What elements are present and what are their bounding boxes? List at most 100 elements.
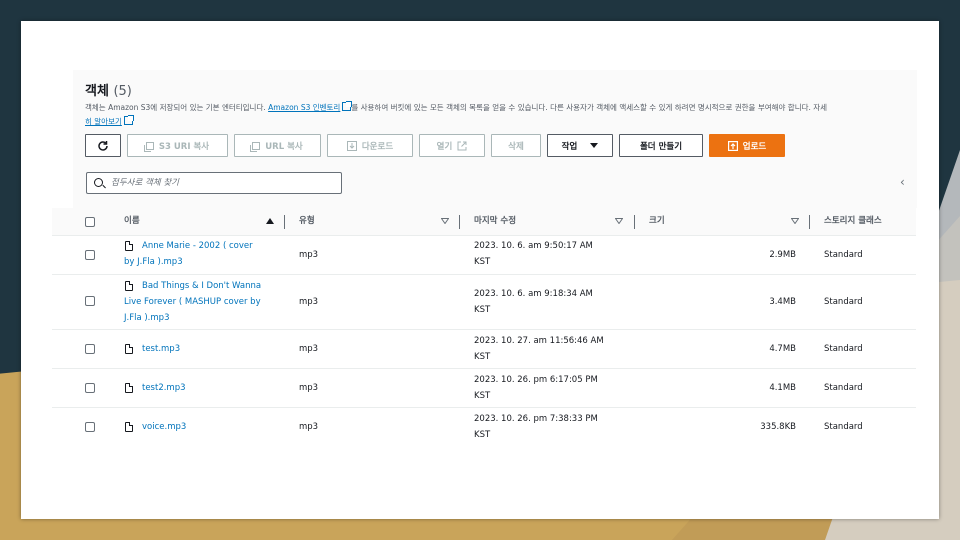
object-name-link[interactable]: Bad Things & I Don't Wanna Live Forever … bbox=[124, 278, 261, 326]
row-checkbox[interactable] bbox=[85, 422, 95, 432]
copy-url-button[interactable]: URL 복사 bbox=[234, 134, 321, 157]
file-icon bbox=[125, 344, 133, 354]
column-separator bbox=[284, 215, 285, 229]
modified-line: KST bbox=[474, 352, 491, 362]
file-icon bbox=[125, 422, 133, 432]
object-type: mp3 bbox=[299, 297, 319, 307]
object-modified: 2023. 10. 27. am 11:56:46 AM KST bbox=[474, 333, 604, 365]
name-line: by J.Fla ).mp3 bbox=[124, 257, 183, 267]
object-type: mp3 bbox=[299, 250, 319, 260]
row-checkbox[interactable] bbox=[85, 296, 95, 306]
modified-line: 2023. 10. 6. am 9:18:34 AM bbox=[474, 289, 593, 299]
refresh-button[interactable] bbox=[85, 134, 121, 157]
delete-label: 삭제 bbox=[508, 141, 524, 152]
open-button[interactable]: 열기 bbox=[419, 134, 485, 157]
object-size: 4.7MB bbox=[769, 344, 796, 354]
copy-icon bbox=[143, 141, 154, 152]
object-name-link[interactable]: voice.mp3 bbox=[142, 419, 186, 435]
search-box[interactable] bbox=[86, 172, 342, 194]
table-row: voice.mp3 mp3 2023. 10. 26. pm 7:38:33 P… bbox=[52, 408, 916, 447]
upload-button[interactable]: 업로드 bbox=[709, 134, 785, 157]
description-text-2: 를 사용하여 버킷에 있는 모든 객체의 목록을 얻을 수 있습니다. 다른 사… bbox=[351, 103, 828, 112]
download-button[interactable]: 다운로드 bbox=[327, 134, 413, 157]
create-folder-label: 폴더 만들기 bbox=[639, 141, 683, 152]
object-size: 4.1MB bbox=[769, 383, 796, 393]
download-icon bbox=[346, 140, 357, 151]
object-type: mp3 bbox=[299, 422, 319, 432]
upload-label: 업로드 bbox=[742, 141, 767, 152]
object-name-link[interactable]: test.mp3 bbox=[142, 341, 180, 357]
actions-label: 작업 bbox=[561, 141, 578, 152]
column-separator bbox=[809, 215, 810, 229]
page-title: 객체 (5) bbox=[85, 80, 132, 99]
search-input[interactable] bbox=[111, 176, 331, 190]
external-link-icon bbox=[457, 141, 467, 150]
table-row: Anne Marie - 2002 ( cover by J.Fla ).mp3… bbox=[52, 236, 916, 275]
object-size: 2.9MB bbox=[769, 250, 796, 260]
description-text: 객체는 Amazon S3에 저장되어 있는 기본 엔터티입니다. bbox=[85, 103, 269, 112]
row-checkbox[interactable] bbox=[85, 250, 95, 260]
modified-line: KST bbox=[474, 257, 491, 267]
table-row: Bad Things & I Don't Wanna Live Forever … bbox=[52, 275, 916, 330]
create-folder-button[interactable]: 폴더 만들기 bbox=[619, 134, 703, 157]
file-icon bbox=[125, 383, 133, 393]
external-link-icon bbox=[342, 101, 353, 111]
object-storage-class: Standard bbox=[824, 250, 863, 260]
object-storage-class: Standard bbox=[824, 297, 863, 307]
object-storage-class: Standard bbox=[824, 422, 863, 432]
actions-dropdown[interactable]: 작업 bbox=[547, 134, 613, 157]
object-size: 3.4MB bbox=[769, 297, 796, 307]
caret-down-icon bbox=[590, 143, 599, 148]
name-line: Live Forever ( MASHUP cover by bbox=[124, 297, 261, 307]
object-type: mp3 bbox=[299, 383, 319, 393]
select-all-checkbox[interactable] bbox=[85, 217, 95, 227]
copy-s3-uri-button[interactable]: S3 URI 복사 bbox=[127, 134, 228, 157]
external-link-icon bbox=[123, 115, 134, 125]
learn-more: 히 알아보기 bbox=[85, 115, 134, 129]
download-label: 다운로드 bbox=[361, 141, 394, 152]
object-storage-class: Standard bbox=[824, 383, 863, 393]
modified-line: 2023. 10. 26. pm 6:17:05 PM bbox=[474, 375, 598, 385]
sort-icon[interactable] bbox=[441, 218, 449, 224]
sort-ascending-icon[interactable] bbox=[266, 218, 274, 224]
copy-s3-uri-label: S3 URI 복사 bbox=[158, 141, 210, 152]
table-row: test.mp3 mp3 2023. 10. 27. am 11:56:46 A… bbox=[52, 330, 916, 369]
object-count: (5) bbox=[113, 84, 132, 99]
title-text: 객체 bbox=[85, 84, 109, 99]
column-name[interactable]: 이름 bbox=[124, 208, 140, 235]
learn-more-link[interactable]: 히 알아보기 bbox=[85, 117, 122, 126]
refresh-icon bbox=[98, 140, 108, 151]
object-modified: 2023. 10. 6. am 9:50:17 AM KST bbox=[474, 238, 593, 270]
column-size[interactable]: 크기 bbox=[649, 208, 665, 235]
column-storage-class[interactable]: 스토리지 클래스 bbox=[824, 208, 882, 235]
object-type: mp3 bbox=[299, 344, 319, 354]
copy-url-label: URL 복사 bbox=[265, 141, 303, 152]
modified-line: 2023. 10. 27. am 11:56:46 AM bbox=[474, 336, 604, 346]
modified-line: KST bbox=[474, 391, 491, 401]
column-last-modified[interactable]: 마지막 수정 bbox=[474, 208, 516, 235]
object-modified: 2023. 10. 6. am 9:18:34 AM KST bbox=[474, 286, 593, 318]
open-label: 열기 bbox=[436, 141, 453, 152]
object-storage-class: Standard bbox=[824, 344, 863, 354]
sort-icon[interactable] bbox=[615, 218, 623, 224]
description: 객체는 Amazon S3에 저장되어 있는 기본 엔터티입니다. Amazon… bbox=[85, 101, 917, 115]
sort-icon[interactable] bbox=[791, 218, 799, 224]
column-type[interactable]: 유형 bbox=[299, 208, 315, 235]
modified-line: 2023. 10. 26. pm 7:38:33 PM bbox=[474, 414, 598, 424]
object-size: 335.8KB bbox=[760, 422, 796, 432]
delete-button[interactable]: 삭제 bbox=[491, 134, 541, 157]
inventory-link[interactable]: Amazon S3 인벤토리 bbox=[268, 103, 340, 112]
object-modified: 2023. 10. 26. pm 6:17:05 PM KST bbox=[474, 372, 598, 404]
modified-line: KST bbox=[474, 305, 491, 315]
name-line: Anne Marie - 2002 ( cover bbox=[142, 241, 253, 251]
search-icon bbox=[94, 178, 103, 187]
prev-page-icon[interactable]: ‹ bbox=[900, 175, 905, 189]
object-name-link[interactable]: Anne Marie - 2002 ( cover by J.Fla ).mp3 bbox=[124, 238, 253, 270]
modified-line: KST bbox=[474, 430, 491, 440]
column-separator bbox=[459, 215, 460, 229]
object-name-link[interactable]: test2.mp3 bbox=[142, 380, 186, 396]
name-line: Bad Things & I Don't Wanna bbox=[142, 281, 262, 291]
row-checkbox[interactable] bbox=[85, 383, 95, 393]
row-checkbox[interactable] bbox=[85, 344, 95, 354]
table-header: 이름 유형 마지막 수정 크기 스토리지 클래스 bbox=[52, 208, 916, 236]
